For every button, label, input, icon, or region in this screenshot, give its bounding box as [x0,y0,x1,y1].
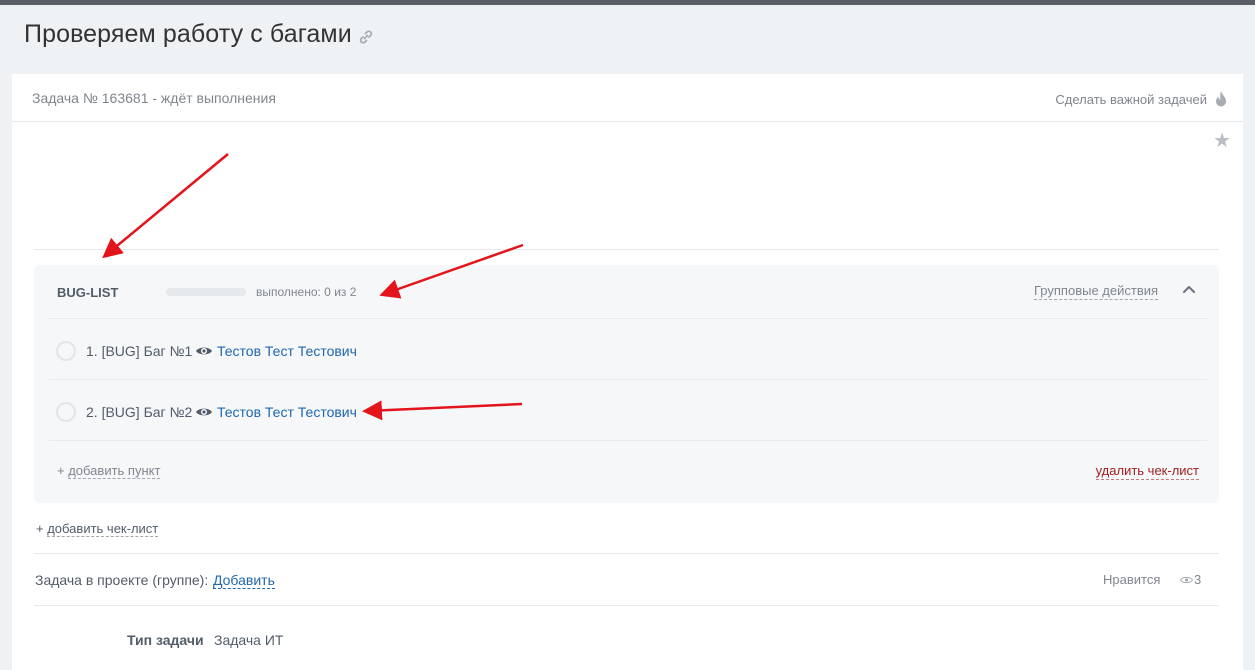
link-icon[interactable] [358,29,374,45]
chevron-up-icon[interactable] [1181,279,1197,299]
checklist-separator [49,440,1207,441]
item-checkbox[interactable] [56,402,76,422]
section-divider [34,605,1219,606]
page-title: Проверяем работу с багами [24,20,352,48]
item-label: 1. [BUG] Баг №1 [86,343,193,359]
task-header: Задача № 163681 - ждёт выполнения Сделат… [12,74,1243,122]
description-divider [34,249,1219,250]
item-assignee[interactable]: Тестов Тест Тестович [217,343,357,359]
checklist-separator [49,318,1207,319]
section-divider [34,553,1219,554]
project-label: Задача в проекте (группе): [35,572,209,588]
checklist: BUG-LIST выполнено: 0 из 2 Групповые дей… [34,265,1219,503]
checklist-item: 1. [BUG] Баг №1 Тестов Тест Тестович [34,320,1219,381]
eye-icon [196,408,212,416]
add-project-link[interactable]: Добавить [213,572,275,589]
add-checklist-button[interactable]: + добавить чек-лист [36,521,159,537]
item-checkbox[interactable] [56,341,76,361]
fire-icon[interactable] [1214,90,1228,108]
views-eye-icon [1180,576,1193,584]
checklist-progress-bar [166,288,246,296]
delete-checklist-button[interactable]: удалить чек-лист [1095,463,1199,480]
make-important-button[interactable]: Сделать важной задачей [1055,92,1207,107]
add-checklist-label: добавить чек-лист [47,521,159,537]
like-button[interactable]: Нравится [1103,572,1160,587]
add-checklist-plus: + [36,521,44,536]
checklist-title: BUG-LIST [57,285,119,300]
group-actions-button[interactable]: Групповые действия [1034,283,1159,300]
item-assignee[interactable]: Тестов Тест Тестович [217,404,357,420]
checklist-item: 2. [BUG] Баг №2 Тестов Тест Тестович [34,381,1219,442]
item-label: 2. [BUG] Баг №2 [86,404,193,420]
add-item-plus: + [57,463,65,478]
task-card: Задача № 163681 - ждёт выполнения Сделат… [12,74,1243,670]
top-strip [0,0,1255,5]
star-icon[interactable]: ★ [1213,131,1231,151]
add-item-button[interactable]: + добавить пункт [57,463,161,479]
task-type-value: Задача ИТ [214,632,284,648]
add-item-label: добавить пункт [68,463,161,479]
views-count: 3 [1194,572,1202,587]
eye-icon [196,347,212,355]
checklist-progress-text: выполнено: 0 из 2 [256,285,357,299]
task-status: Задача № 163681 - ждёт выполнения [32,90,276,106]
task-type-label: Тип задачи [127,632,204,648]
checklist-separator [49,379,1207,380]
